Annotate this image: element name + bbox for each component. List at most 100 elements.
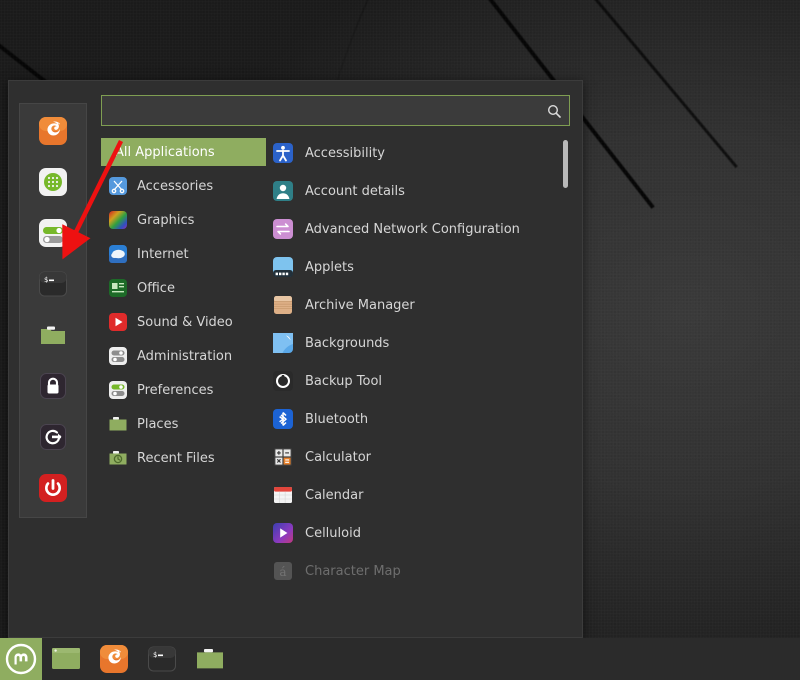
menu-panes: All Applications Acc (101, 136, 570, 627)
category-places[interactable]: Places (101, 410, 266, 438)
app-label: Backgrounds (305, 336, 389, 351)
app-label: Calendar (305, 488, 363, 503)
search-row (101, 95, 570, 136)
taskbar-files[interactable] (186, 638, 234, 680)
favorite-quit[interactable] (36, 471, 70, 505)
administration-icon (108, 346, 128, 366)
app-backgrounds[interactable]: Backgrounds (266, 328, 559, 358)
character-map-icon: á (272, 560, 294, 582)
app-accessibility[interactable]: Accessibility (266, 138, 559, 168)
backgrounds-icon (272, 332, 294, 354)
software-manager-icon (38, 167, 68, 197)
app-calculator[interactable]: Calculator (266, 442, 559, 472)
favorite-system-settings[interactable] (36, 216, 70, 250)
search-icon[interactable] (547, 104, 561, 118)
category-label: Accessories (137, 179, 213, 194)
category-administration[interactable]: Administration (101, 342, 266, 370)
account-details-icon (272, 180, 294, 202)
app-label: Applets (305, 260, 354, 275)
internet-icon (108, 244, 128, 264)
app-archive-manager[interactable]: Archive Manager (266, 290, 559, 320)
category-list: All Applications Acc (101, 136, 266, 627)
sound-video-icon (108, 312, 128, 332)
category-graphics[interactable]: Graphics (101, 206, 266, 234)
application-list: Accessibility Account details (266, 136, 559, 627)
folder-icon (195, 645, 225, 673)
app-label: Celluloid (305, 526, 361, 541)
favorite-software-manager[interactable] (36, 165, 70, 199)
search-box[interactable] (101, 95, 570, 126)
category-label: Sound & Video (137, 315, 233, 330)
category-internet[interactable]: Internet (101, 240, 266, 268)
desktop-screen: $ (0, 0, 800, 680)
category-all-applications[interactable]: All Applications (101, 138, 266, 166)
firefox-icon (38, 116, 68, 146)
logout-icon (38, 422, 68, 452)
scrollbar-thumb[interactable] (563, 140, 568, 188)
category-recent-files[interactable]: Recent Files (101, 444, 266, 472)
recent-files-icon (108, 448, 128, 468)
application-list-wrap: Accessibility Account details (266, 136, 570, 627)
category-label: Preferences (137, 383, 213, 398)
svg-text:$: $ (153, 651, 157, 659)
calculator-icon (272, 446, 294, 468)
taskbar-terminal[interactable]: $ (138, 638, 186, 680)
taskbar-firefox[interactable] (90, 638, 138, 680)
menu-button[interactable] (0, 638, 42, 680)
category-sound-video[interactable]: Sound & Video (101, 308, 266, 336)
celluloid-icon (272, 522, 294, 544)
backup-tool-icon (272, 370, 294, 392)
category-label: Administration (137, 349, 232, 364)
terminal-icon: $ (147, 644, 177, 674)
terminal-icon: $ (38, 269, 68, 299)
category-accessories[interactable]: Accessories (101, 172, 266, 200)
app-label: Account details (305, 184, 405, 199)
svg-text:á: á (279, 565, 286, 579)
bluetooth-icon (272, 408, 294, 430)
accessibility-icon (272, 142, 294, 164)
category-office[interactable]: Office (101, 274, 266, 302)
calendar-icon (272, 484, 294, 506)
category-label: Office (137, 281, 175, 296)
places-icon (108, 414, 128, 434)
favorites-rail: $ (9, 81, 97, 637)
app-character-map[interactable]: á Character Map (266, 556, 559, 586)
category-label: Internet (137, 247, 189, 262)
power-icon (38, 473, 68, 503)
system-settings-icon (38, 218, 68, 248)
app-label: Accessibility (305, 146, 385, 161)
accessories-icon (108, 176, 128, 196)
svg-text:$: $ (44, 276, 48, 284)
favorite-firefox[interactable] (36, 114, 70, 148)
office-icon (108, 278, 128, 298)
category-label: Recent Files (137, 451, 215, 466)
linux-mint-logo-icon (5, 643, 37, 675)
app-label: Archive Manager (305, 298, 415, 313)
app-label: Backup Tool (305, 374, 382, 389)
app-advanced-network-configuration[interactable]: Advanced Network Configuration (266, 214, 559, 244)
app-account-details[interactable]: Account details (266, 176, 559, 206)
applets-icon (272, 256, 294, 278)
app-bluetooth[interactable]: Bluetooth (266, 404, 559, 434)
category-preferences[interactable]: Preferences (101, 376, 266, 404)
taskbar: $ (0, 638, 800, 680)
app-backup-tool[interactable]: Backup Tool (266, 366, 559, 396)
category-label: All Applications (115, 145, 215, 160)
favorite-terminal[interactable]: $ (36, 267, 70, 301)
applications-scrollbar[interactable] (561, 136, 570, 627)
search-input[interactable] (102, 104, 569, 118)
favorite-lock-screen[interactable] (36, 369, 70, 403)
favorite-files[interactable] (36, 318, 70, 352)
taskbar-show-desktop[interactable] (42, 638, 90, 680)
category-label: Places (137, 417, 178, 432)
app-calendar[interactable]: Calendar (266, 480, 559, 510)
preferences-icon (108, 380, 128, 400)
app-celluloid[interactable]: Celluloid (266, 518, 559, 548)
app-applets[interactable]: Applets (266, 252, 559, 282)
app-label: Bluetooth (305, 412, 368, 427)
folder-icon (38, 320, 68, 350)
favorite-logout[interactable] (36, 420, 70, 454)
application-menu-window: $ (8, 80, 583, 638)
archive-manager-icon (272, 294, 294, 316)
advanced-network-configuration-icon (272, 218, 294, 240)
